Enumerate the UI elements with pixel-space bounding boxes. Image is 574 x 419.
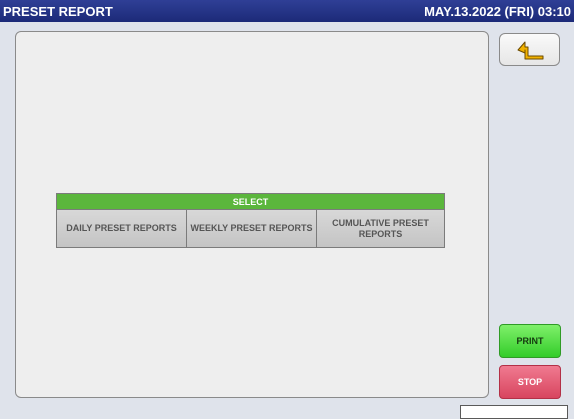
title-bar: PRESET REPORT MAY.13.2022 (FRI) 03:10 [0, 0, 574, 22]
stop-button[interactable]: STOP [499, 365, 561, 399]
print-button[interactable]: PRINT [499, 324, 561, 358]
page-title: PRESET REPORT [3, 4, 113, 19]
report-options: DAILY PRESET REPORTS WEEKLY PRESET REPOR… [57, 210, 444, 247]
return-arrow-icon [517, 41, 544, 60]
weekly-preset-reports-button[interactable]: WEEKLY PRESET REPORTS [187, 210, 317, 247]
report-select-panel: SELECT DAILY PRESET REPORTS WEEKLY PRESE… [56, 193, 445, 248]
datetime-display: MAY.13.2022 (FRI) 03:10 [424, 4, 571, 19]
back-button[interactable] [499, 33, 560, 66]
daily-preset-reports-button[interactable]: DAILY PRESET REPORTS [57, 210, 187, 247]
cumulative-preset-reports-button[interactable]: CUMULATIVE PRESET REPORTS [317, 210, 444, 247]
select-header: SELECT [57, 194, 444, 210]
